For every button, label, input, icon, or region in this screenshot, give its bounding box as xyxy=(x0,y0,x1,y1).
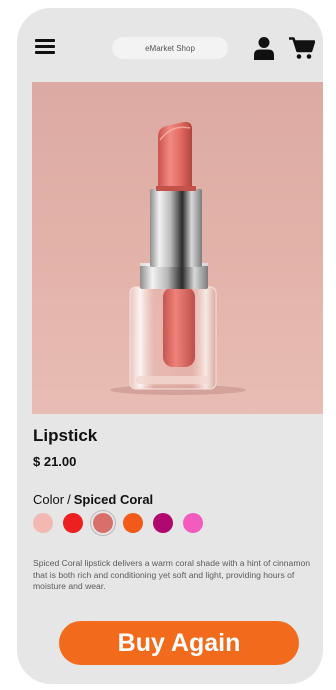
product-description: Spiced Coral lipstick delivers a warm co… xyxy=(33,558,311,591)
store-search-bar[interactable]: eMarket Shop xyxy=(112,37,228,59)
color-swatch[interactable] xyxy=(93,513,113,533)
user-icon[interactable] xyxy=(253,36,275,60)
shopping-cart-icon[interactable] xyxy=(289,36,316,60)
product-photo xyxy=(32,82,323,414)
color-label-text: Color xyxy=(33,492,65,507)
phone-screen: eMarket Shop Lipstick $ 21.00 Color / Sp… xyxy=(17,8,323,684)
product-title: Lipstick xyxy=(33,426,98,445)
color-swatch[interactable] xyxy=(153,513,173,533)
product-price: $ 21.00 xyxy=(33,454,77,469)
color-label-separator: / xyxy=(67,492,71,507)
hamburger-menu-icon[interactable] xyxy=(35,39,55,54)
store-name-label: eMarket Shop xyxy=(145,43,195,53)
buy-again-button[interactable]: Buy Again xyxy=(59,621,299,665)
selected-color-name: Spiced Coral xyxy=(73,492,154,507)
app-header: eMarket Shop xyxy=(17,8,323,80)
color-swatch[interactable] xyxy=(183,513,203,533)
color-swatch[interactable] xyxy=(63,513,83,533)
color-swatch[interactable] xyxy=(33,513,53,533)
color-label: Color / Spiced Coral xyxy=(33,492,153,507)
color-swatch[interactable] xyxy=(123,513,143,533)
